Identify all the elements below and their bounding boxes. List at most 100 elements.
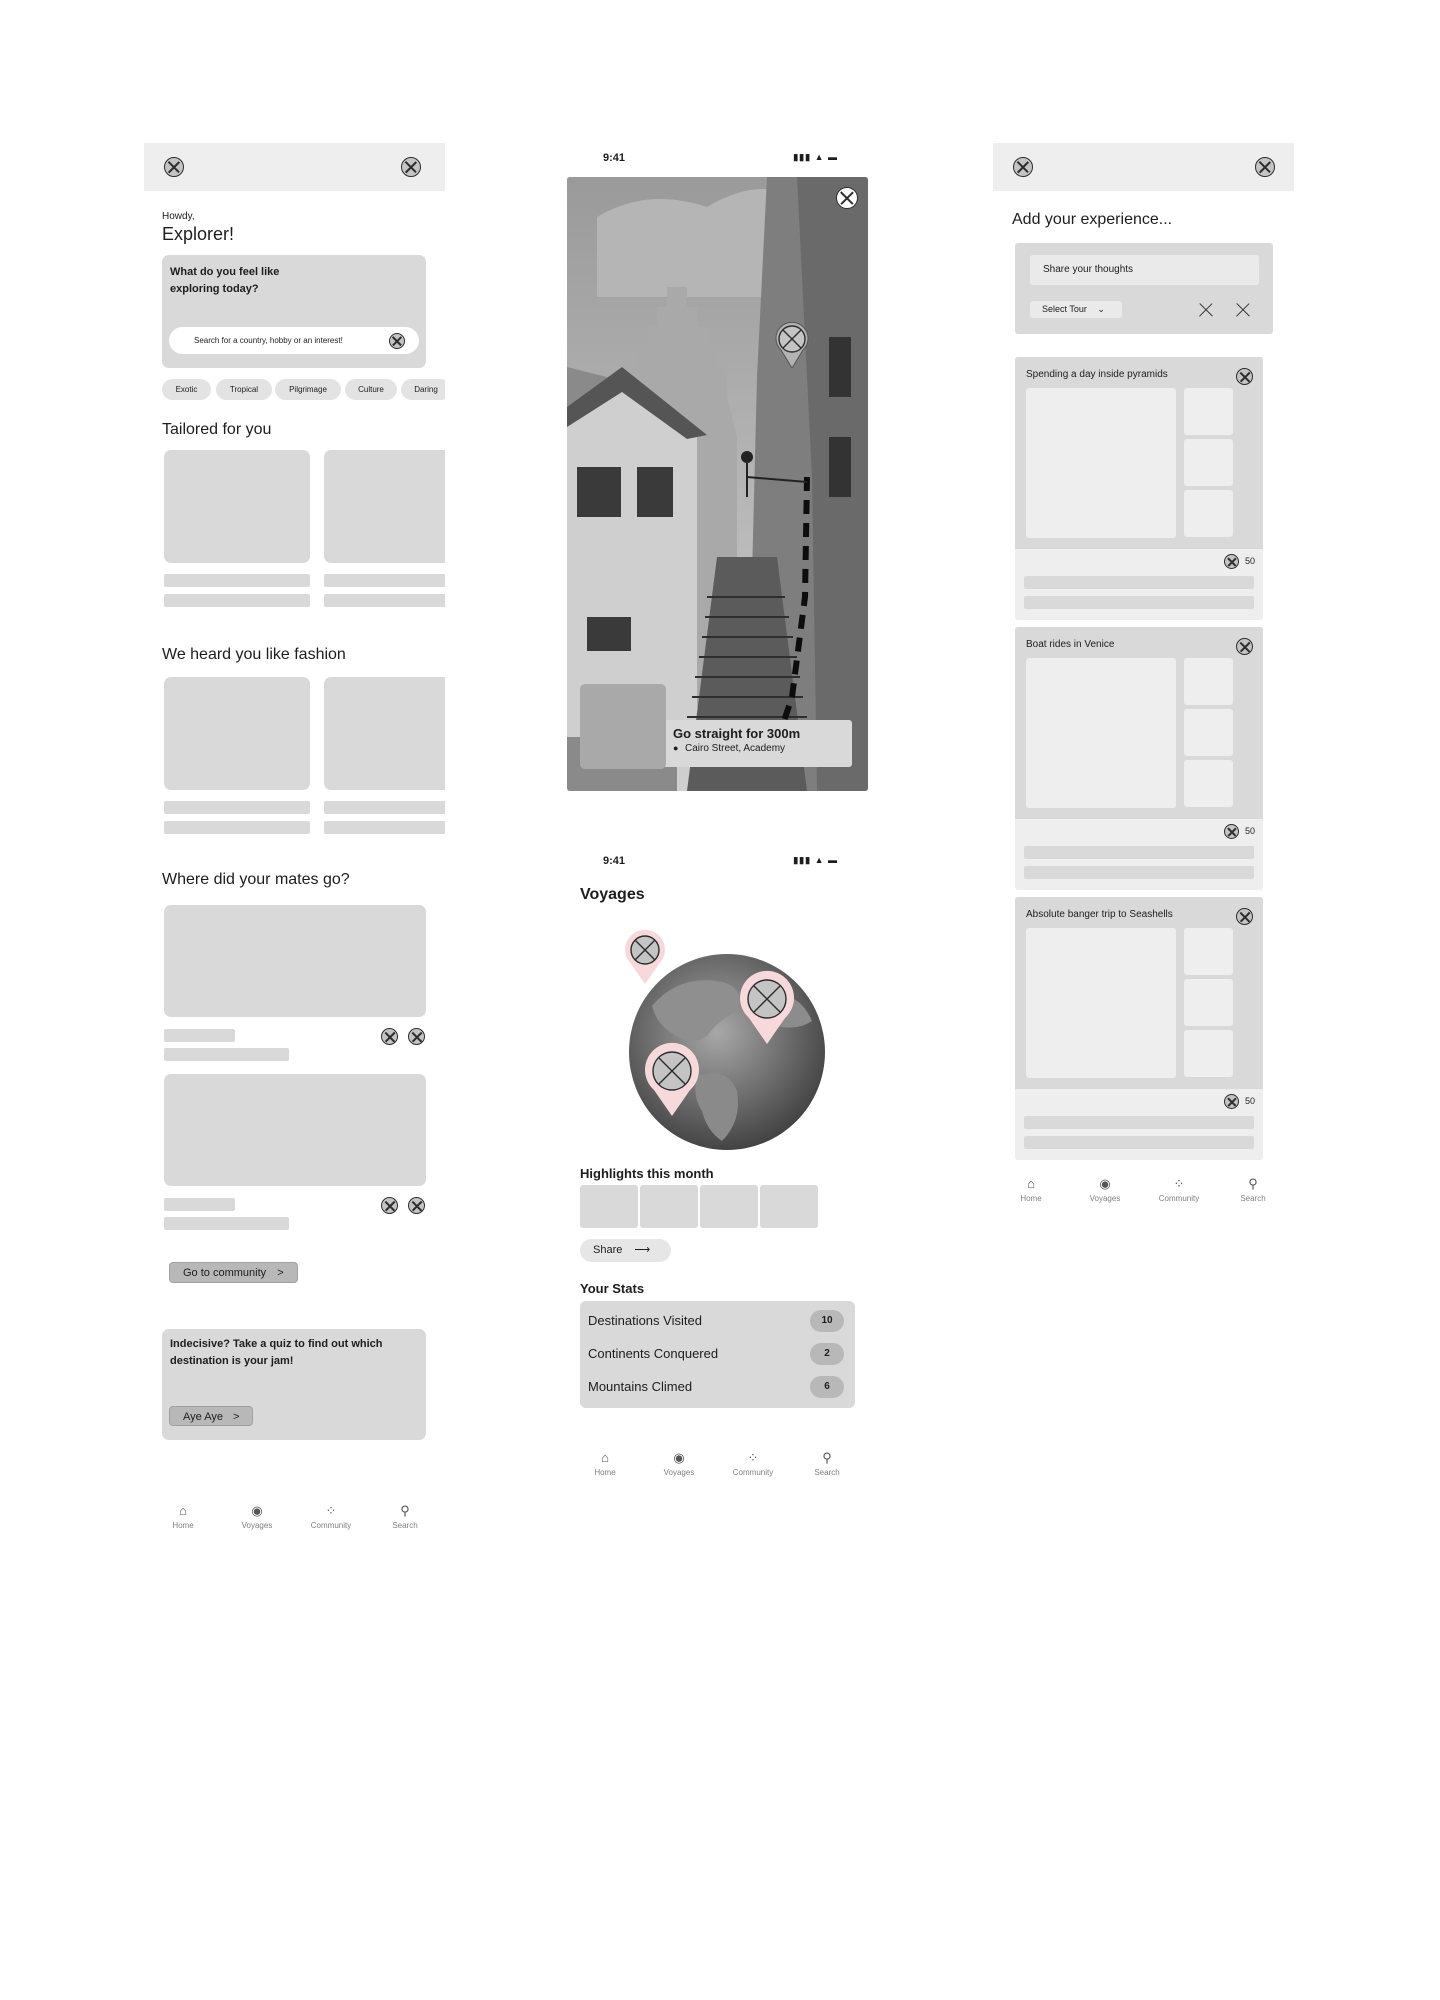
nav-home[interactable]: ⌂ Home [146, 1503, 220, 1530]
like-placeholder-icon[interactable] [381, 1028, 398, 1045]
profile-placeholder-icon[interactable] [1255, 157, 1275, 177]
quiz-button-label: Aye Aye [183, 1411, 223, 1423]
go-to-community-button[interactable]: Go to community > [169, 1262, 298, 1283]
chevron-right-icon: > [277, 1267, 284, 1279]
back-placeholder-icon[interactable] [1013, 157, 1033, 177]
highlight-tile[interactable] [640, 1185, 698, 1228]
post-media-area: Spending a day inside pyramids [1015, 357, 1263, 549]
post-options-icon[interactable] [1236, 908, 1253, 925]
nav-community[interactable]: ⁘ Community [716, 1450, 790, 1477]
stat-value-badge: 10 [810, 1310, 844, 1332]
search-icon: ⚲ [1248, 1176, 1258, 1191]
search-icon: ⚲ [400, 1503, 410, 1518]
nav-voyages[interactable]: ◉ Voyages [220, 1503, 294, 1530]
nav-search[interactable]: ⚲ Search [790, 1450, 864, 1477]
search-clear-icon[interactable] [389, 333, 405, 349]
nav-home[interactable]: ⌂ Home [994, 1176, 1068, 1203]
highlight-tile[interactable] [700, 1185, 758, 1228]
nav-voyages[interactable]: ◉ Voyages [1068, 1176, 1142, 1203]
mate-trip-card[interactable] [164, 905, 426, 1017]
location-pin-icon[interactable] [775, 321, 809, 369]
search-icon: ⚲ [822, 1450, 832, 1465]
thoughts-input[interactable]: Share your thoughts [1030, 255, 1259, 285]
home-icon: ⌂ [601, 1450, 609, 1465]
post-thumb-image[interactable] [1184, 979, 1233, 1026]
search-question: What do you feel like exploring today? [170, 266, 280, 295]
nav-community-label: Community [732, 1468, 774, 1477]
like-placeholder-icon[interactable] [1224, 1094, 1239, 1109]
fashion-card[interactable] [164, 677, 310, 790]
nav-community-label: Community [310, 1521, 352, 1530]
quiz-button[interactable]: Aye Aye > [169, 1406, 254, 1426]
home-icon: ⌂ [179, 1503, 187, 1518]
post-main-image[interactable] [1026, 388, 1176, 538]
nav-home[interactable]: ⌂ Home [568, 1450, 642, 1477]
post-title: Spending a day inside pyramids [1026, 369, 1168, 380]
tailored-card[interactable] [164, 450, 310, 563]
profile-placeholder-icon[interactable] [401, 157, 421, 177]
like-placeholder-icon[interactable] [1224, 554, 1239, 569]
attach-image-icon[interactable] [1199, 303, 1213, 317]
share-placeholder-icon[interactable] [408, 1197, 425, 1214]
like-placeholder-icon[interactable] [1224, 824, 1239, 839]
text-placeholder [164, 594, 310, 607]
quiz-card: Indecisive? Take a quiz to find out whic… [162, 1329, 426, 1440]
direction-thumbnail [580, 684, 666, 769]
stat-label: Destinations Visited [588, 1313, 702, 1328]
share-placeholder-icon[interactable] [408, 1028, 425, 1045]
community-icon: ⁘ [747, 1450, 759, 1465]
post-thumb-image[interactable] [1184, 439, 1233, 486]
experience-post[interactable]: Boat rides in Venice 50 [1015, 627, 1263, 890]
stat-row: Mountains Climed 6 [588, 1376, 850, 1398]
chip-tropical[interactable]: Tropical [216, 379, 272, 400]
nav-voyages[interactable]: ◉ Voyages [642, 1450, 716, 1477]
select-tour-dropdown[interactable]: Select Tour ⌄ [1030, 301, 1122, 318]
post-options-icon[interactable] [1236, 638, 1253, 655]
chip-exotic[interactable]: Exotic [162, 379, 211, 400]
globe-illustration[interactable] [597, 926, 847, 1151]
post-thumb-image[interactable] [1184, 658, 1233, 705]
attach-video-icon[interactable] [1236, 303, 1250, 317]
post-thumb-image[interactable] [1184, 709, 1233, 756]
post-main-image[interactable] [1026, 658, 1176, 808]
tailored-card[interactable] [324, 450, 445, 563]
chip-daring[interactable]: Daring [401, 379, 445, 400]
experience-post[interactable]: Absolute banger trip to Seashells 50 [1015, 897, 1263, 1160]
highlight-tile[interactable] [580, 1185, 638, 1228]
post-main-image[interactable] [1026, 928, 1176, 1078]
post-thumb-image[interactable] [1184, 388, 1233, 435]
nav-community-label: Community [1158, 1194, 1200, 1203]
share-button[interactable]: Share ⟶ [580, 1239, 671, 1262]
text-placeholder [324, 801, 445, 814]
text-placeholder [1024, 866, 1254, 879]
nav-community[interactable]: ⁘ Community [294, 1503, 368, 1530]
chip-pilgrimage[interactable]: Pilgrimage [275, 379, 341, 400]
like-placeholder-icon[interactable] [381, 1197, 398, 1214]
section-title-tailored: Tailored for you [162, 421, 272, 438]
text-placeholder [164, 821, 310, 834]
post-thumb-image[interactable] [1184, 1030, 1233, 1077]
like-count: 50 [1245, 556, 1256, 566]
post-options-icon[interactable] [1236, 368, 1253, 385]
section-title-mates: Where did your mates go? [162, 871, 350, 888]
post-thumb-image[interactable] [1184, 760, 1233, 807]
menu-placeholder-icon[interactable] [164, 157, 184, 177]
nav-home-label: Home [594, 1468, 616, 1477]
post-thumb-image[interactable] [1184, 490, 1233, 537]
fashion-card[interactable] [324, 677, 445, 790]
close-icon[interactable] [836, 187, 858, 209]
voyages-screen: 9:41 ▮▮▮ ▲ ▬ Voyages Highlights this mon… [567, 846, 868, 1486]
post-thumb-image[interactable] [1184, 928, 1233, 975]
nav-community[interactable]: ⁘ Community [1142, 1176, 1216, 1203]
search-input[interactable]: Search for a country, hobby or an intere… [169, 327, 419, 354]
nav-search-label: Search [392, 1521, 418, 1530]
mate-trip-card[interactable] [164, 1074, 426, 1186]
highlight-tile[interactable] [760, 1185, 818, 1228]
experience-post[interactable]: Spending a day inside pyramids 50 [1015, 357, 1263, 620]
greeting-small: Howdy, [162, 211, 195, 222]
chip-culture[interactable]: Culture [345, 379, 397, 400]
nav-search[interactable]: ⚲ Search [1216, 1176, 1290, 1203]
nav-search[interactable]: ⚲ Search [368, 1503, 442, 1530]
community-icon: ⁘ [1173, 1176, 1185, 1191]
bottom-nav: ⌂ Home ◉ Voyages ⁘ Community ⚲ Search [568, 1450, 864, 1477]
